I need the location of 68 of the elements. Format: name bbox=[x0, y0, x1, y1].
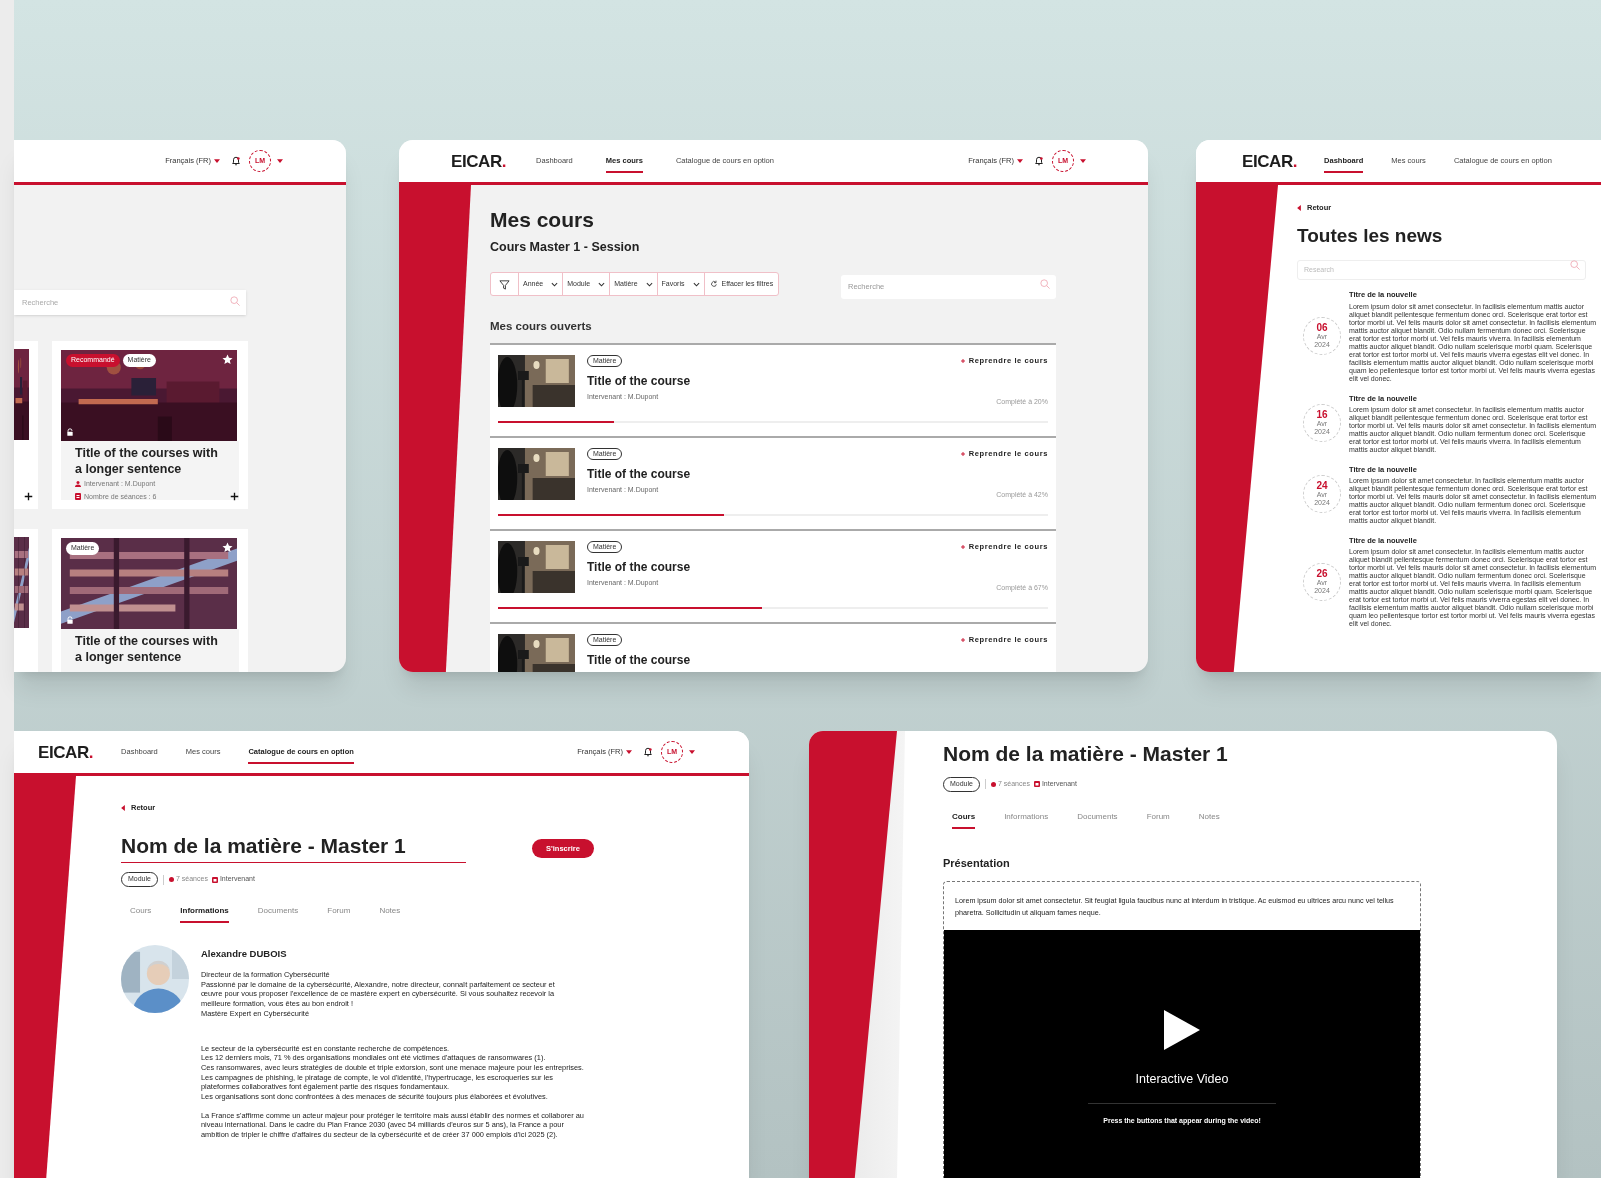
caret-icon[interactable] bbox=[214, 159, 220, 163]
tab[interactable]: Informations bbox=[180, 904, 229, 923]
caret-icon[interactable] bbox=[626, 750, 632, 754]
caret-icon[interactable] bbox=[1017, 159, 1023, 163]
star-icon[interactable] bbox=[222, 542, 233, 553]
course-title: Title of the course bbox=[587, 652, 691, 670]
page-title: Nom de la matière - Master 1 bbox=[943, 741, 1229, 767]
course-card[interactable] bbox=[14, 341, 38, 509]
course-title: Title of the course bbox=[587, 373, 691, 391]
course-title: Title of the course bbox=[587, 466, 691, 484]
bell-icon[interactable] bbox=[643, 747, 653, 757]
chevron-down-icon bbox=[598, 281, 606, 287]
bell-icon[interactable] bbox=[1034, 156, 1044, 166]
plus-icon bbox=[960, 544, 965, 549]
dot-icon bbox=[990, 781, 996, 787]
chevron-down-icon bbox=[551, 281, 559, 287]
back-caret-icon bbox=[1297, 204, 1301, 211]
back-caret-icon bbox=[121, 804, 125, 811]
tab[interactable]: Forum bbox=[327, 904, 351, 923]
funnel-icon bbox=[499, 278, 510, 290]
person-name: Alexandre DUBOIS bbox=[201, 946, 288, 961]
date-day: 16 bbox=[1316, 410, 1328, 421]
lock-icon bbox=[66, 428, 74, 437]
star-icon[interactable] bbox=[222, 354, 233, 365]
caret-icon[interactable] bbox=[689, 750, 695, 754]
play-icon[interactable] bbox=[1164, 1010, 1200, 1050]
calendar-icon bbox=[211, 876, 218, 883]
page-title: Nom de la matière - Master 1 bbox=[121, 833, 466, 864]
plus-icon[interactable] bbox=[230, 492, 239, 501]
refresh-icon bbox=[709, 280, 718, 288]
calendar-icon bbox=[1033, 781, 1040, 788]
logo: EICAR. bbox=[38, 743, 94, 761]
card-title: Title of the courses with a longer sentence bbox=[75, 445, 219, 477]
caret-icon[interactable] bbox=[1080, 159, 1086, 163]
lock-icon bbox=[66, 616, 74, 625]
person-icon bbox=[75, 481, 81, 488]
tab[interactable]: Documents bbox=[257, 904, 299, 923]
date-day: 26 bbox=[1316, 568, 1328, 579]
section-title: Présentation bbox=[943, 855, 1011, 871]
plus-icon bbox=[960, 637, 965, 642]
tab[interactable]: Notes bbox=[379, 904, 401, 923]
plus-icon bbox=[960, 358, 965, 363]
date-day: 06 bbox=[1316, 322, 1328, 333]
tab[interactable]: Documents bbox=[1077, 810, 1118, 829]
bell-icon[interactable] bbox=[231, 156, 241, 166]
tab[interactable]: Cours bbox=[952, 810, 976, 829]
plus-icon[interactable] bbox=[24, 492, 33, 501]
course-card[interactable] bbox=[14, 529, 38, 672]
video-title: Interactive Video bbox=[1135, 1071, 1229, 1088]
caret-icon[interactable] bbox=[277, 159, 283, 163]
date-day: 24 bbox=[1316, 481, 1328, 492]
course-title: Title of the course bbox=[587, 559, 691, 577]
tab[interactable]: Notes bbox=[1198, 810, 1220, 829]
chevron-down-icon bbox=[692, 281, 700, 287]
page-title: Mes cours bbox=[490, 207, 595, 233]
dot-icon bbox=[168, 877, 174, 882]
document-icon bbox=[75, 493, 81, 501]
page-title: Toutes les news bbox=[1297, 225, 1444, 248]
logo: EICAR. bbox=[451, 152, 507, 170]
tab[interactable]: Cours bbox=[130, 904, 152, 923]
chevron-down-icon bbox=[645, 281, 653, 287]
page-subtitle: Cours Master 1 - Session bbox=[490, 239, 641, 255]
card-title: Title of the courses with a longer sentence bbox=[75, 633, 219, 665]
plus-icon bbox=[960, 451, 965, 456]
logo: EICAR. bbox=[1242, 152, 1298, 170]
section-title: Mes cours ouverts bbox=[490, 319, 593, 334]
tab[interactable]: Informations bbox=[1004, 810, 1049, 829]
tab[interactable]: Forum bbox=[1146, 810, 1170, 829]
